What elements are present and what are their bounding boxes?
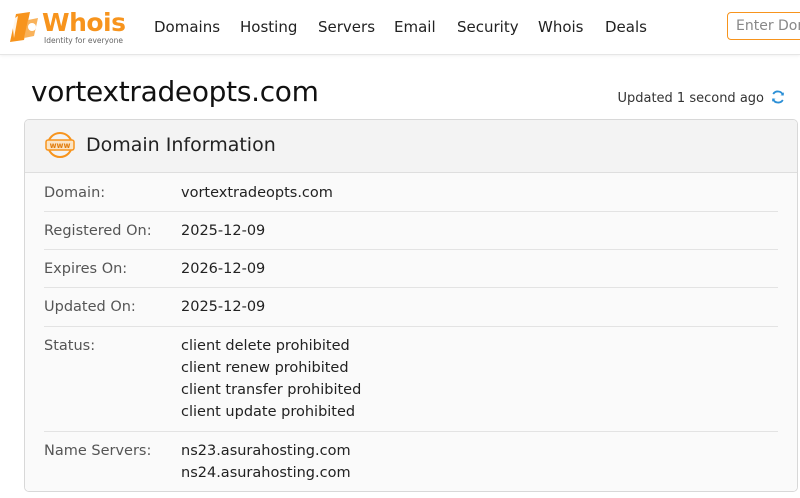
registered-date-text: 2025-12-09 <box>181 223 266 239</box>
domain-information-card: www Domain Information Domain: vortextra… <box>24 119 798 492</box>
refresh-icon[interactable] <box>770 89 786 111</box>
card-title: Domain Information <box>86 134 276 156</box>
updated-on-label: Updated On: <box>44 299 136 315</box>
status-item: client renew prohibited <box>181 360 349 376</box>
domain-search-input[interactable] <box>727 12 800 40</box>
domain-label: Domain: <box>44 185 106 201</box>
name-servers-label: Name Servers: <box>44 443 152 459</box>
nav-item-servers[interactable]: Servers <box>318 17 375 37</box>
logo-wordmark: Whois <box>42 8 126 37</box>
domain-name-text: vortextradeopts.com <box>181 185 333 201</box>
svg-text:www: www <box>50 141 71 150</box>
nav-item-domains[interactable]: Domains <box>154 17 220 37</box>
domain-value: vortextradeopts.com <box>181 182 333 204</box>
expires-on-label: Expires On: <box>44 261 128 277</box>
domain-info-table: Domain: vortextradeopts.com Registered O… <box>25 173 797 491</box>
status-item: client update prohibited <box>181 404 356 420</box>
registered-on-value: 2025-12-09 <box>181 220 265 242</box>
expires-on-value: 2026-12-09 <box>181 258 265 280</box>
status-item: client transfer prohibited <box>181 382 362 398</box>
status-values: client delete prohibited client renew pr… <box>181 335 361 423</box>
nav-item-hosting[interactable]: Hosting <box>240 17 297 37</box>
updated-text: Updated 1 second ago <box>617 91 764 106</box>
nav-item-email[interactable]: Email <box>394 17 436 37</box>
row-status: Status: client delete prohibited client … <box>44 326 778 432</box>
card-header: www Domain Information <box>25 120 797 173</box>
logo-tagline: Identity for everyone <box>44 36 123 45</box>
status-item: client delete prohibited <box>181 338 350 354</box>
name-server-item: ns24.asurahosting.com <box>181 465 351 481</box>
top-navbar: Whois Identity for everyone Domains Host… <box>0 0 800 55</box>
status-label: Status: <box>44 338 96 354</box>
name-servers-values: ns23.asurahosting.com ns24.asurahosting.… <box>181 440 351 484</box>
row-expires-on: Expires On: 2026-12-09 <box>44 249 778 288</box>
nav-item-whois[interactable]: Whois <box>538 17 584 37</box>
updated-date-text: 2025-12-09 <box>181 299 266 315</box>
row-domain: Domain: vortextradeopts.com <box>44 173 778 212</box>
nav-item-security[interactable]: Security <box>457 17 519 37</box>
row-registered-on: Registered On: 2025-12-09 <box>44 211 778 250</box>
row-name-servers: Name Servers: ns23.asurahosting.com ns24… <box>44 431 778 491</box>
www-icon: www <box>45 132 75 158</box>
registered-on-label: Registered On: <box>44 223 152 239</box>
page-title: vortextradeopts.com <box>31 75 319 108</box>
logo-mark-icon <box>10 12 38 42</box>
name-server-item: ns23.asurahosting.com <box>181 443 351 459</box>
row-updated-on: Updated On: 2025-12-09 <box>44 287 778 327</box>
expires-date-text: 2026-12-09 <box>181 261 266 277</box>
whois-logo[interactable]: Whois Identity for everyone <box>8 8 133 48</box>
updated-status: Updated 1 second ago <box>617 89 786 111</box>
updated-on-value: 2025-12-09 <box>181 296 265 318</box>
nav-item-deals[interactable]: Deals <box>605 17 647 37</box>
